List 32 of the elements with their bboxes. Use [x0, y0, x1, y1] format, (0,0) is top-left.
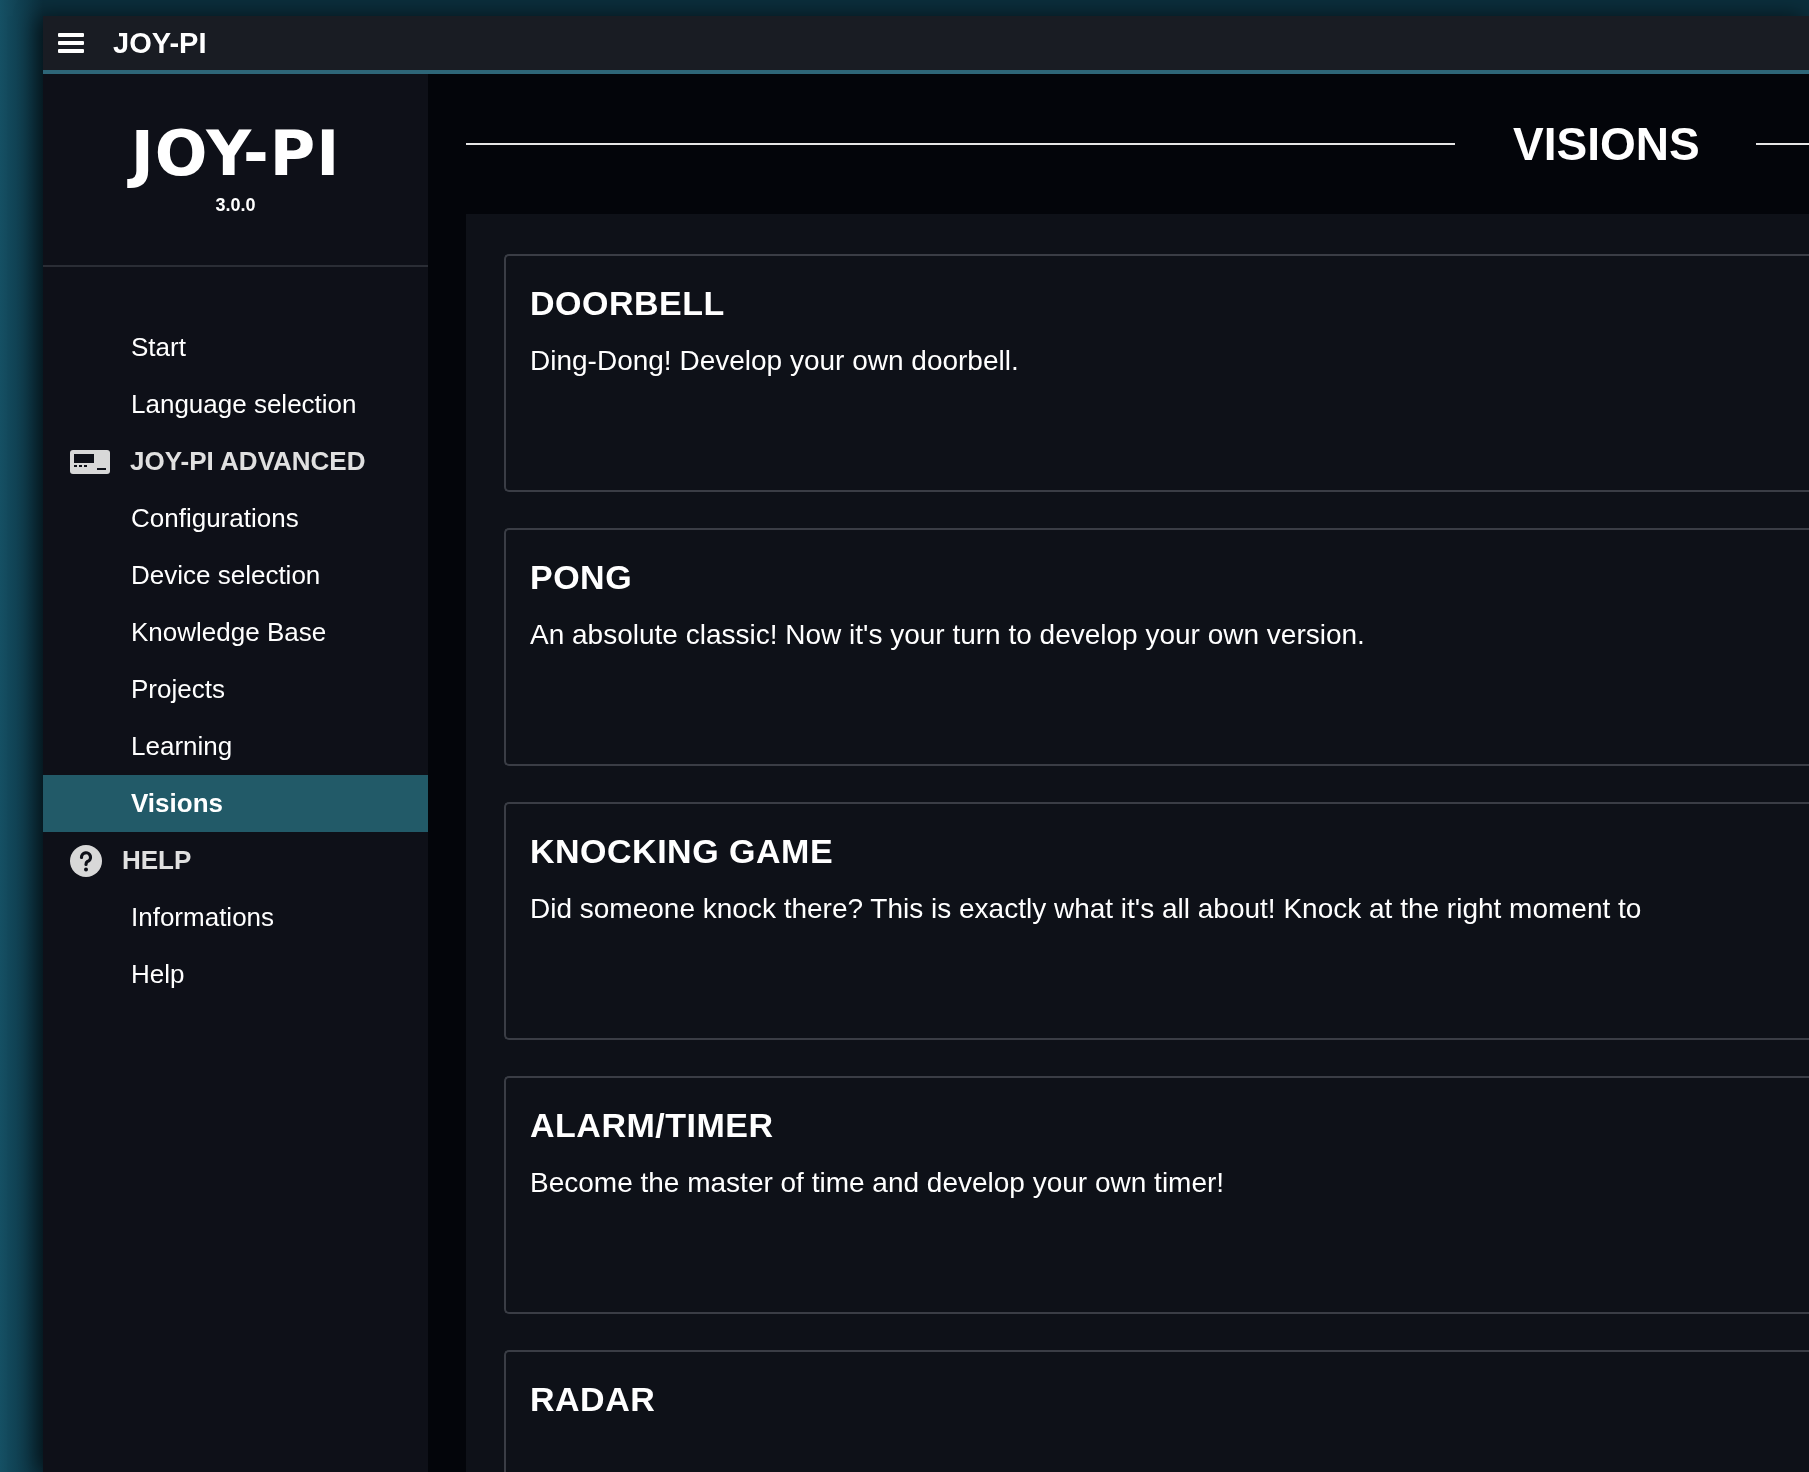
card[interactable]: ALARM/TIMER Become the master of time and develop your own timer! [504, 1076, 1809, 1314]
help-icon [70, 844, 102, 877]
nav-item[interactable]: Learning [43, 718, 428, 775]
nav-item[interactable]: Visions [43, 775, 428, 832]
nav-item[interactable]: Knowledge Base [43, 604, 428, 661]
nav-item[interactable]: Start [43, 319, 428, 376]
card[interactable]: KNOCKING GAME Did someone knock there? This is exactly what it's all about! Knock at the right moment to [504, 802, 1809, 1040]
menu-icon[interactable] [58, 32, 84, 54]
card[interactable]: RADAR [504, 1350, 1809, 1472]
nav-item[interactable]: Language selection [43, 376, 428, 433]
card-description: An absolute classic! Now it's your turn to develop your own version. [530, 619, 1366, 651]
section-heading: HELP [122, 845, 192, 876]
nav-item[interactable]: Informations [43, 889, 428, 946]
card-title: RADAR [530, 1380, 657, 1419]
card-description: Ding-Dong! Develop your own doorbell. [530, 345, 1020, 377]
card-title: ALARM/TIMER [530, 1106, 775, 1145]
card-title: DOORBELL [530, 284, 726, 323]
card[interactable]: DOORBELL Ding-Dong! Develop your own doorbell. [504, 254, 1809, 492]
nav-item[interactable]: Help [43, 946, 428, 1003]
nav-item[interactable]: Configurations [43, 490, 428, 547]
section-heading: JOY-PI ADVANCED [130, 446, 366, 477]
device-icon [70, 449, 110, 474]
nav-item[interactable]: Device selection [43, 547, 428, 604]
page-title: VISIONS [1512, 117, 1701, 171]
card[interactable]: PONG An absolute classic! Now it's your turn to develop your own version. [504, 528, 1809, 766]
card-title: PONG [530, 558, 634, 597]
card-description: Become the master of time and develop your own timer! [530, 1167, 1226, 1199]
nav-item[interactable]: Projects [43, 661, 428, 718]
card-description: Did someone knock there? This is exactly what it's all about! Knock at the right moment to [530, 893, 1643, 925]
window-title: JOY-PI [113, 26, 207, 60]
version-label: 3.0.0 [215, 195, 256, 216]
card-title: KNOCKING GAME [530, 832, 835, 871]
